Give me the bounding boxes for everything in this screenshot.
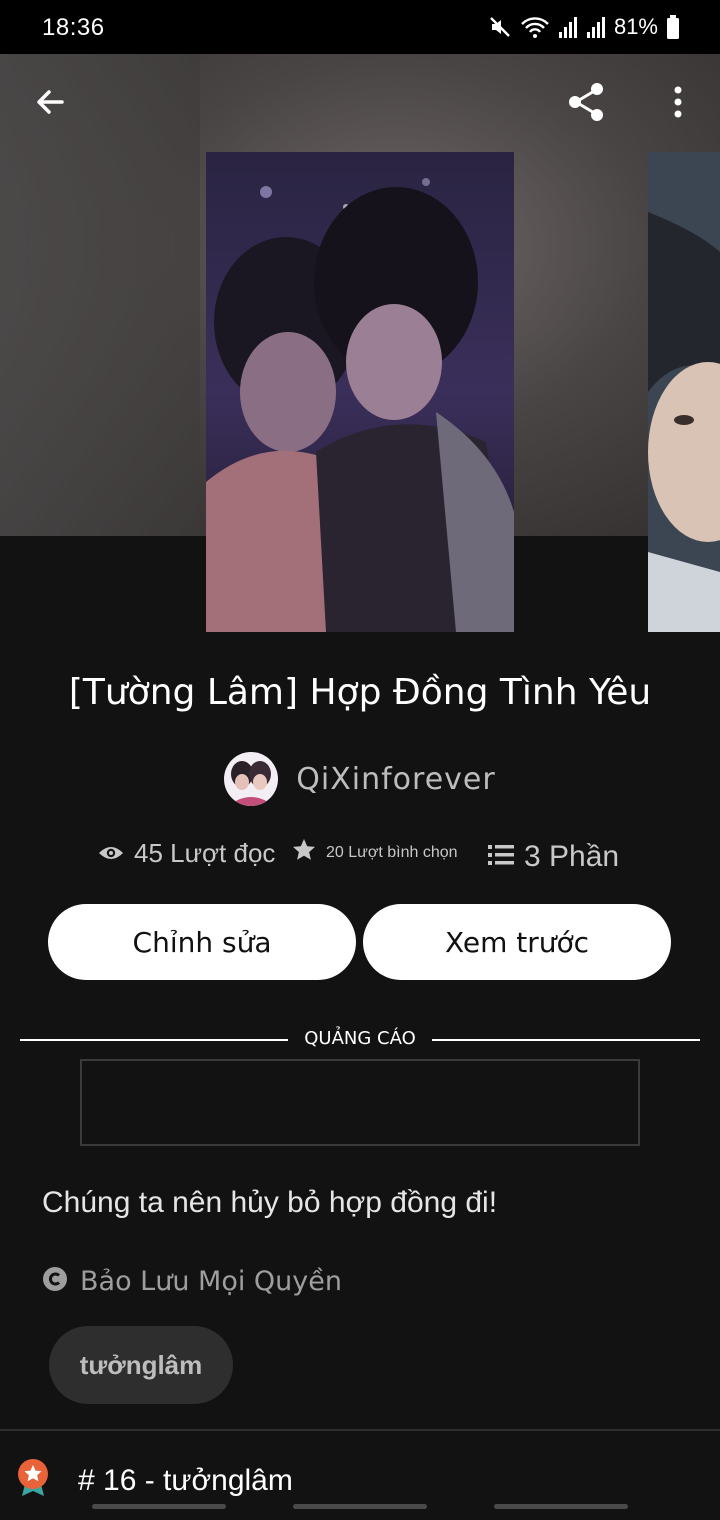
votes-stat: 20 Lượt bình chọn — [292, 838, 458, 867]
nav-home[interactable] — [293, 1504, 427, 1509]
share-button[interactable] — [562, 80, 610, 128]
ad-label: QUẢNG CÁO — [304, 1028, 416, 1049]
copyright-row: Bảo Lưu Mọi Quyền — [42, 1266, 342, 1297]
preview-button[interactable]: Xem trước — [363, 904, 671, 980]
avatar[interactable] — [224, 752, 279, 806]
battery-percent: 81% — [613, 14, 658, 39]
wifi-icon — [520, 15, 550, 39]
parts-stat[interactable]: 3 Phần — [488, 840, 619, 874]
copyright-text: Bảo Lưu Mọi Quyền — [80, 1266, 342, 1297]
nav-recents[interactable] — [92, 1504, 226, 1509]
divider-line — [20, 1039, 288, 1041]
stats-row: 45 Lượt đọc 20 Lượt bình chọn 3 Phần — [0, 832, 720, 882]
signal-icon — [586, 16, 606, 38]
mute-icon — [488, 15, 512, 39]
navigation-bar — [0, 1498, 720, 1520]
signal-icon — [558, 16, 578, 38]
nav-back[interactable] — [494, 1504, 628, 1509]
ad-divider: QUẢNG CÁO — [20, 1028, 700, 1052]
author-name[interactable]: QiXinforever — [296, 762, 495, 797]
story-title: [Tường Lâm] Hợp Đồng Tình Yêu — [68, 672, 652, 713]
story-cover[interactable] — [206, 152, 514, 632]
back-button[interactable] — [28, 82, 72, 126]
battery-icon — [666, 15, 680, 39]
more-vertical-icon — [673, 86, 683, 123]
parts-count: 3 Phần — [524, 840, 620, 873]
ranking-text: # 16 - tưởnglâm — [78, 1463, 293, 1497]
divider — [0, 1429, 720, 1431]
tag-chip[interactable]: tưởnglâm — [49, 1326, 233, 1404]
arrow-left-icon — [34, 86, 66, 123]
author-row[interactable]: QiXinforever — [0, 752, 720, 806]
more-options-button[interactable] — [658, 80, 698, 128]
next-cover-preview[interactable] — [648, 152, 720, 632]
star-icon — [292, 838, 316, 867]
story-description: Chúng ta nên hủy bỏ hợp đồng đi! — [42, 1186, 498, 1219]
ranking-badge-icon — [16, 1458, 50, 1503]
divider-line — [432, 1039, 700, 1041]
status-icons: 81% — [488, 14, 680, 40]
votes-count: 20 Lượt bình chọn — [326, 843, 458, 861]
copyright-icon — [42, 1266, 68, 1297]
eye-icon — [98, 838, 124, 869]
reads-count: 45 Lượt đọc — [134, 838, 276, 868]
reads-stat: 45 Lượt đọc — [98, 838, 275, 869]
ad-placeholder[interactable] — [80, 1059, 640, 1146]
ranking-row[interactable]: # 16 - tưởnglâm — [16, 1458, 293, 1503]
list-icon — [488, 840, 514, 874]
share-icon — [564, 80, 608, 129]
status-time: 18:36 — [42, 14, 105, 41]
status-bar: 18:36 81% — [0, 0, 720, 54]
edit-button[interactable]: Chỉnh sửa — [48, 904, 356, 980]
